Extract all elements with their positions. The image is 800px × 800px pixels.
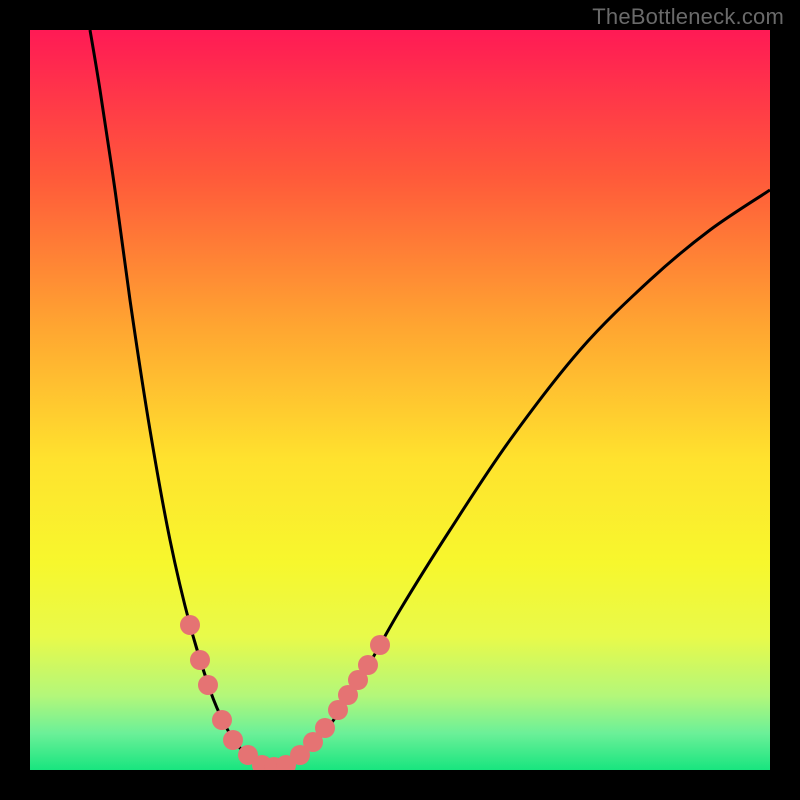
chart-svg (30, 30, 770, 770)
data-marker (212, 710, 232, 730)
data-marker (190, 650, 210, 670)
chart-background (30, 30, 770, 770)
data-marker (315, 718, 335, 738)
chart-frame: TheBottleneck.com (0, 0, 800, 800)
data-marker (180, 615, 200, 635)
data-marker (198, 675, 218, 695)
chart-plot-area (30, 30, 770, 770)
data-marker (223, 730, 243, 750)
watermark-text: TheBottleneck.com (592, 4, 784, 30)
data-marker (370, 635, 390, 655)
data-marker (358, 655, 378, 675)
